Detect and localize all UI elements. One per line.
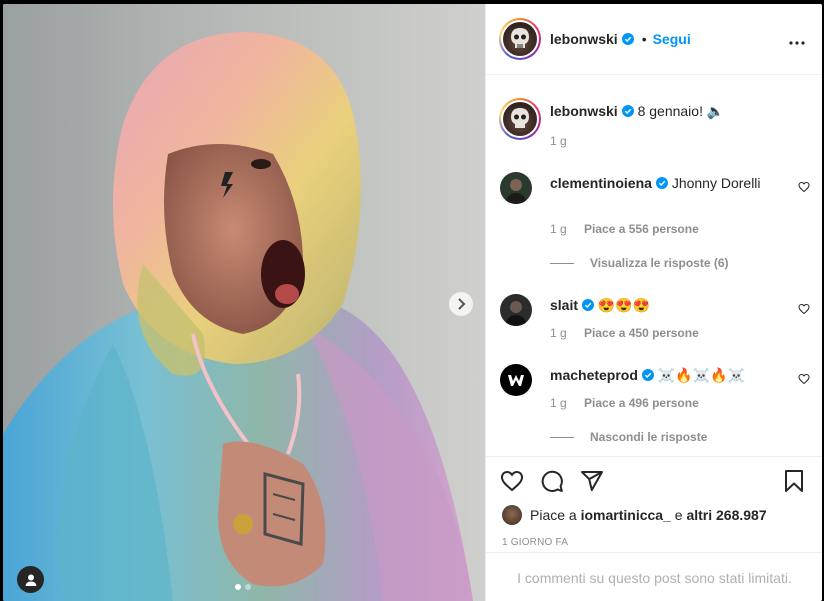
more-options-button[interactable] (789, 32, 805, 50)
caption-username[interactable]: lebonwski (550, 103, 618, 119)
follow-button[interactable]: Segui (653, 31, 691, 47)
caption-avatar[interactable] (499, 98, 541, 140)
comment-item: macheteprod ☠️🔥☠️🔥☠️ 1 g Piace a 496 per… (500, 364, 810, 454)
comment-item: clementinoiena Jhonny Dorelli 1 g Piace … (500, 172, 810, 282)
comments-list: lebonwski 8 gennaio! 🔈 1 g clementinoien… (486, 76, 822, 454)
author-username[interactable]: lebonwski (550, 31, 618, 47)
comment-avatar[interactable] (500, 364, 532, 396)
comment-time: 1 g (550, 396, 567, 410)
caption-time: 1 g (550, 134, 567, 148)
comment-likes-link[interactable]: Piace a 450 persone (584, 326, 699, 340)
carousel-dot (235, 584, 241, 590)
comment-avatar[interactable] (500, 172, 532, 204)
verified-icon (582, 299, 595, 311)
save-button[interactable] (782, 469, 806, 498)
comment-time: 1 g (550, 222, 567, 236)
comment-like-button[interactable] (798, 372, 810, 390)
separator-dot: • (641, 31, 647, 47)
carousel-indicator (235, 584, 251, 590)
post-date[interactable]: 1 GIORNO FA (502, 537, 568, 548)
liked-by: Piace a iomartinicca_ e altri 268.987 (502, 505, 767, 525)
liker-avatar[interactable] (502, 505, 522, 525)
heart-icon (798, 303, 810, 315)
skull-avatar-icon (511, 28, 529, 48)
comment-like-button[interactable] (798, 302, 810, 320)
post-image[interactable] (3, 4, 485, 601)
heart-icon (798, 181, 810, 193)
comment-like-button[interactable] (798, 180, 810, 198)
machete-logo-icon (500, 364, 532, 396)
heart-icon (798, 373, 810, 385)
caption-text: 8 gennaio! 🔈 (637, 103, 725, 119)
verified-icon (621, 105, 634, 117)
liked-by-middle: e (674, 507, 683, 523)
post-header: lebonwski • Segui (486, 4, 822, 75)
liked-by-user[interactable]: iomartinicca_ (581, 507, 671, 523)
user-tag-icon (25, 574, 36, 586)
comment-text: Jhonny Dorelli (671, 175, 761, 191)
liked-by-others[interactable]: altri 268.987 (686, 507, 766, 523)
replies-label: Nascondi le risposte (590, 430, 708, 444)
carousel-dot (245, 584, 251, 590)
replies-label: Visualizza le risposte (6) (590, 256, 729, 270)
hide-replies-button[interactable]: Nascondi le risposte (550, 430, 707, 444)
comment-item: slait 😍😍😍 1 g Piace a 450 persone (500, 294, 810, 354)
portrait-photo (3, 32, 473, 601)
view-replies-button[interactable]: Visualizza le risposte (6) (550, 256, 729, 270)
comment-time: 1 g (550, 326, 567, 340)
comment-username[interactable]: slait (550, 297, 578, 313)
comment-text: 😍😍😍 (597, 297, 651, 313)
replies-divider (550, 436, 574, 438)
heart-icon (500, 470, 524, 492)
chevron-right-icon (458, 298, 466, 310)
post-modal: lebonwski • Segui lebonwski 8 gennaio! 🔈 (3, 4, 822, 601)
comment-likes-link[interactable]: Piace a 556 persone (584, 222, 699, 236)
comment-username[interactable]: clementinoiena (550, 175, 652, 191)
share-icon (581, 471, 603, 491)
post-actions: Piace a iomartinicca_ e altri 268.987 1 … (486, 456, 822, 601)
skull-avatar-icon (511, 108, 529, 128)
verified-icon (621, 33, 634, 45)
comment-icon (541, 470, 563, 492)
action-bar (500, 469, 806, 497)
avatar-photo (500, 172, 532, 204)
comment-text: ☠️🔥☠️🔥☠️ (657, 367, 745, 383)
comment-button[interactable] (540, 469, 564, 498)
screen: lebonwski • Segui lebonwski 8 gennaio! 🔈 (0, 0, 824, 601)
like-button[interactable] (500, 469, 524, 498)
replies-divider (550, 262, 574, 264)
verified-icon (641, 369, 654, 381)
author-avatar[interactable] (499, 18, 541, 60)
avatar-photo (500, 294, 532, 326)
verified-icon (655, 177, 668, 189)
post-sidebar: lebonwski • Segui lebonwski 8 gennaio! 🔈 (485, 4, 822, 601)
share-button[interactable] (580, 469, 604, 498)
more-icon (789, 41, 805, 45)
liked-by-prefix: Piace a (530, 507, 577, 523)
tagged-users-button[interactable] (17, 566, 44, 593)
comments-limited-notice: I commenti su questo post sono stati lim… (486, 552, 822, 601)
comment-likes-link[interactable]: Piace a 496 persone (584, 396, 699, 410)
save-icon (785, 470, 803, 492)
next-image-button[interactable] (449, 292, 473, 316)
comment-username[interactable]: macheteprod (550, 367, 638, 383)
comment-avatar[interactable] (500, 294, 532, 326)
